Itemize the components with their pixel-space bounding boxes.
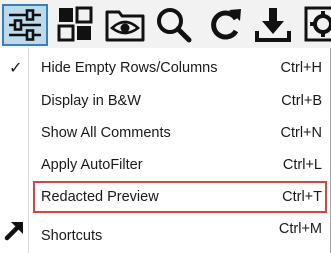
arrow-up-right-icon [4,222,23,241]
menu-item-display-in-bw[interactable]: Display in B&W Ctrl+B [33,85,327,117]
menu-item-shortcut: Ctrl+H [280,60,323,76]
download-icon [255,8,291,42]
menu-item-shortcut: Ctrl+T [282,189,322,205]
menu-item-shortcuts[interactable]: Shortcuts Ctrl+M [33,218,327,250]
menu-item-label: Show All Comments [41,125,171,141]
download-button[interactable] [252,4,298,46]
menu-item-show-all-comments[interactable]: Show All Comments Ctrl+N [33,117,327,149]
menu-item-label: Hide Empty Rows/Columns [41,60,218,76]
folder-view-button[interactable] [103,4,149,46]
sliders-button[interactable] [2,4,48,46]
menu-item-hide-empty-rows-columns[interactable]: Hide Empty Rows/Columns Ctrl+H [33,52,327,84]
menu-item-label: Apply AutoFilter [41,157,143,173]
menu-item-shortcut: Ctrl+N [280,125,323,141]
menu-item-shortcut: Ctrl+L [282,157,322,173]
toolbar [0,0,331,48]
refresh-button[interactable] [203,4,249,46]
sliders-icon [9,9,41,41]
search-button[interactable] [152,4,198,46]
menu-item-apply-autofilter[interactable]: Apply AutoFilter Ctrl+L [33,149,327,181]
magnifier-icon [157,8,192,43]
menu-item-redacted-preview[interactable]: Redacted Preview Ctrl+T [33,181,327,213]
checkmark-icon: ✓ [9,60,23,77]
menu-item-label: Display in B&W [41,93,141,109]
folder-eye-icon [105,10,145,42]
settings-icon [304,6,331,42]
menu-item-label: Shortcuts [41,227,103,244]
grid-button[interactable] [53,4,99,46]
grid-squares-icon [57,6,93,42]
refresh-icon [211,9,241,40]
menu-item-label: Redacted Preview [41,189,159,205]
menu-item-shortcut: Ctrl+M [278,221,322,238]
menu-gutter-divider [28,48,29,253]
menu-item-shortcut: Ctrl+B [281,93,322,109]
settings-button[interactable] [303,4,331,46]
